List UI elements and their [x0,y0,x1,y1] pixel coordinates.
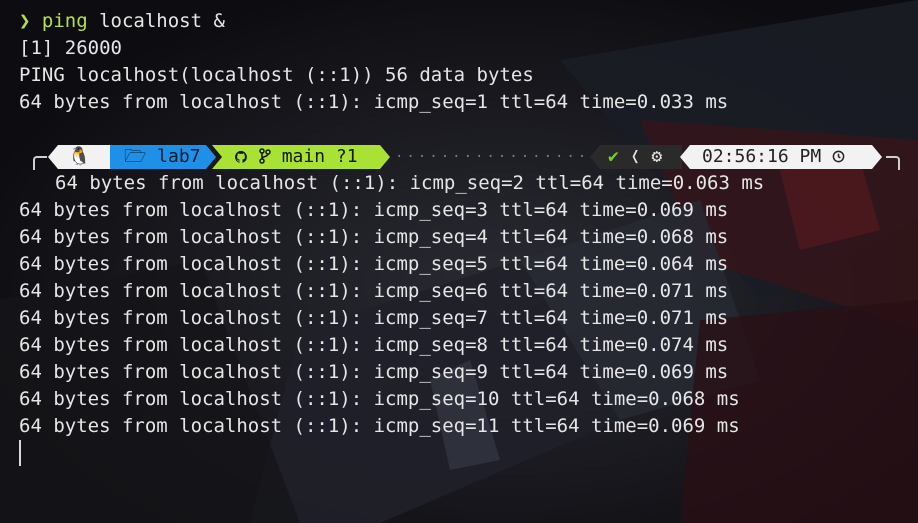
prompt-frame-left [33,156,47,170]
output-line: 64 bytes from localhost (::1): icmp_seq=… [19,226,729,248]
linux-penguin-icon: 🐧 [68,146,91,167]
text-cursor[interactable] [19,440,21,466]
github-icon [212,145,248,169]
folder-icon: 🗁 [124,146,147,167]
prompt-time: 02:56:16 PM [702,146,822,167]
prompt-frame-right [886,156,900,170]
git-segment: main ?1 [212,145,390,169]
output-line: 64 bytes from localhost (::1): icmp_seq=… [19,307,729,329]
current-directory: lab7 [157,146,201,167]
gear-icon: ⚙ [651,146,663,167]
directory-segment: 🗁 lab7 [110,145,216,169]
output-line: 64 bytes from localhost (::1): icmp_seq=… [19,388,740,410]
clock-icon [832,145,845,169]
output-line: 64 bytes from localhost (::1): icmp_seq=… [19,334,729,356]
output-line: 64 bytes from localhost (::1): icmp_seq=… [19,199,729,221]
output-line: 64 bytes from localhost (::1): icmp_seq=… [19,280,729,302]
output-line: [1] 26000 [19,37,122,59]
output-line: PING localhost(localhost (::1)) 56 data … [19,64,534,86]
terminal-output: ❯ ping localhost & [1] 26000 PING localh… [19,8,918,440]
prompt-filler-dots: ················· [395,149,590,165]
checkmark-icon: ✔ [608,146,619,167]
prompt-chevron: ❯ [19,10,31,32]
output-line: 64 bytes from localhost (::1): icmp_seq=… [19,361,729,383]
os-segment: 🐧 [48,145,110,169]
command-args: localhost & [87,10,225,32]
output-line: 64 bytes from localhost (::1): icmp_seq=… [19,253,729,275]
git-branch-status: main ?1 [281,146,358,167]
time-segment: 02:56:16 PM [680,145,882,169]
output-line: 64 bytes from localhost (::1): icmp_seq=… [55,172,765,194]
command-line: ❯ ping localhost & [19,8,918,35]
separator-icon: ❬ [629,146,641,167]
status-segment: ✔ ❬ ⚙ [590,145,682,169]
command-name: ping [41,10,88,32]
branch-icon [259,145,271,169]
output-line: 64 bytes from localhost (::1): icmp_seq=… [19,415,740,437]
output-line: 64 bytes from localhost (::1): icmp_seq=… [19,91,729,113]
prompt-bar: 🐧 🗁 lab7 main ?1 ················· ✔ ❬ ⚙… [0,143,918,170]
